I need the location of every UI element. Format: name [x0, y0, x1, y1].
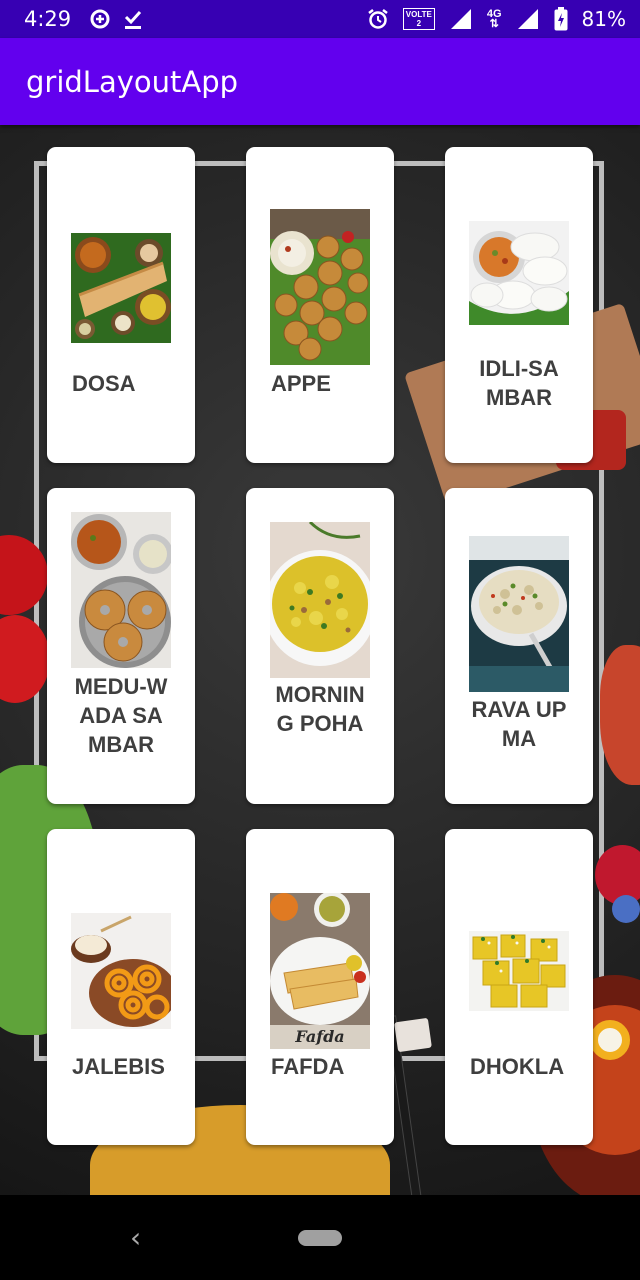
rava-upma-image	[469, 536, 569, 692]
download-done-icon	[125, 10, 142, 29]
medu-wada-image	[71, 512, 171, 668]
navigation-bar: ‹	[0, 1195, 640, 1280]
volte-label: VOLTE	[405, 10, 432, 19]
food-label: DOSA	[72, 371, 136, 396]
food-card-rava-upma[interactable]: RAVA UPMA	[445, 488, 593, 804]
signal-icon-sim2	[517, 9, 538, 29]
morning-poha-image	[270, 522, 370, 678]
back-button[interactable]: ‹	[130, 1221, 141, 1254]
food-label: RAVA UPMA	[471, 697, 567, 751]
status-bar: 4:29 VOLTE 2 4G ⇅ 81%	[0, 0, 640, 38]
food-label: MORNING POHA	[275, 682, 365, 736]
jalebis-image	[71, 913, 171, 1029]
food-card-idli-sambar[interactable]: IDLI-SAMBAR	[445, 147, 593, 463]
status-time: 4:29	[24, 7, 72, 31]
dhokla-image	[469, 931, 569, 1011]
food-label: APPE	[271, 371, 331, 396]
food-card-appe[interactable]: APPE	[246, 147, 394, 463]
dosa-image	[71, 233, 171, 343]
app-title: gridLayoutApp	[26, 64, 239, 99]
idli-sambar-image	[469, 221, 569, 325]
volte-sub: 2	[416, 19, 422, 28]
fafda-image: Fafda	[270, 893, 370, 1049]
volte-icon: VOLTE 2	[402, 8, 435, 30]
food-label: MEDU-WADA SAMBAR	[74, 674, 168, 757]
background-blueberry	[612, 895, 640, 923]
content-area: DOSA APPE IDLI-SAMBAR MEDU-WADA SAMBAR M…	[0, 125, 640, 1195]
app-bar: gridLayoutApp	[0, 38, 640, 125]
network-arrows-icon: ⇅	[489, 18, 499, 30]
status-right-icons: VOLTE 2 4G ⇅ 81%	[367, 7, 626, 31]
food-card-fafda[interactable]: Fafda FAFDA	[246, 829, 394, 1145]
food-label: FAFDA	[271, 1054, 345, 1079]
fafda-caption: Fafda	[295, 1027, 345, 1046]
food-card-jalebis[interactable]: JALEBIS	[47, 829, 195, 1145]
signal-icon-sim1	[450, 9, 471, 29]
food-grid: DOSA APPE IDLI-SAMBAR MEDU-WADA SAMBAR M…	[47, 147, 593, 1145]
network-type: 4G ⇅	[487, 9, 502, 30]
food-card-dosa[interactable]: DOSA	[47, 147, 195, 463]
alarm-icon	[368, 9, 388, 29]
appe-image	[270, 209, 370, 365]
battery-charging-icon	[554, 7, 568, 31]
background-shrimp	[600, 645, 640, 785]
food-label: DHOKLA	[470, 1054, 565, 1079]
food-card-morning-poha[interactable]: MORNING POHA	[246, 488, 394, 804]
food-label: IDLI-SAMBAR	[479, 356, 559, 410]
background-egg	[590, 1020, 630, 1060]
food-label: JALEBIS	[72, 1054, 165, 1079]
home-pill-button[interactable]	[298, 1229, 342, 1246]
food-card-medu-wada-sambar[interactable]: MEDU-WADA SAMBAR	[47, 488, 195, 804]
status-left-icons	[89, 8, 143, 30]
food-card-dhokla[interactable]: DHOKLA	[445, 829, 593, 1145]
battery-percent: 81%	[581, 7, 626, 31]
data-saver-icon	[90, 9, 110, 29]
